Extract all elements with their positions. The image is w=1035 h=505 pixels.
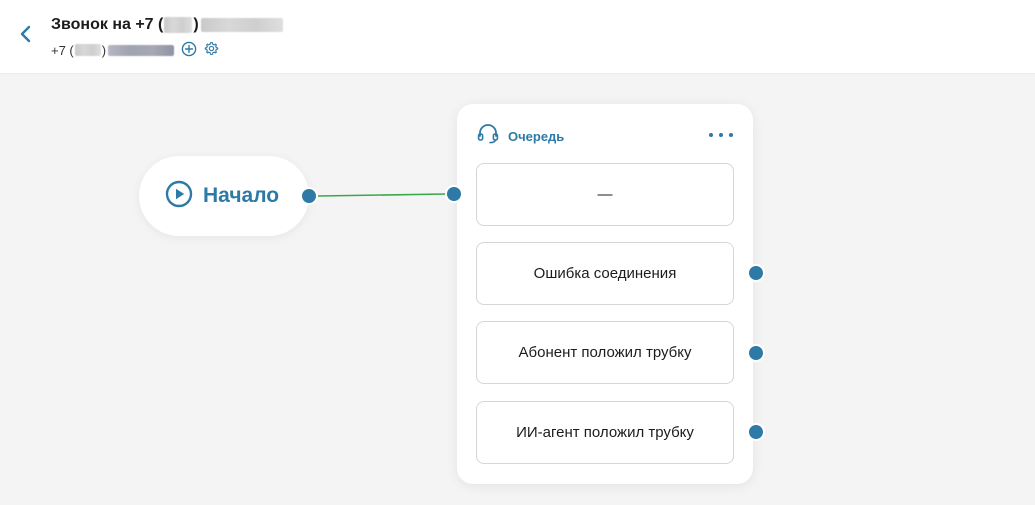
outcome-label: Абонент положил трубку [518,344,692,361]
outcome-subscriber-hung-up[interactable]: Абонент положил трубку [476,321,734,384]
outcome-default[interactable]: — [476,163,734,226]
redacted-number-small [108,44,175,56]
title-suffix: ) [193,16,199,33]
start-node-label: Начало [203,184,280,207]
outcome-subscriber-hung-up-port[interactable] [747,344,765,362]
queue-node-title: Очередь [508,129,565,144]
redacted-area-code [164,17,193,33]
flow-canvas[interactable]: Звонок на +7 ( ) +7 ( ) Начало Очередь —… [0,0,1035,505]
outcome-ai-agent-hung-up-port[interactable] [747,423,765,441]
node-menu-button[interactable] [709,126,733,144]
queue-node[interactable]: Очередь — Ошибка соединения Абонент поло… [457,104,753,484]
redacted-number [200,18,283,32]
play-circle-icon [165,180,193,213]
plus-circle-icon [181,41,197,60]
queue-node-header: Очередь [477,124,564,149]
queue-input-port[interactable] [445,185,463,203]
gear-icon [204,41,219,59]
outcome-label: ИИ-агент положил трубку [516,424,694,441]
headset-icon [477,124,499,149]
dot [709,133,713,137]
outcome-connection-error-port[interactable] [747,264,765,282]
dot [729,133,733,137]
outcome-label: Ошибка соединения [533,265,677,282]
phone-prefix: +7 ( [51,42,74,58]
dot [719,133,723,137]
page-title: Звонок на +7 ( ) [51,16,283,34]
add-button[interactable] [180,41,198,59]
title-prefix: Звонок на +7 ( [51,16,164,33]
back-button[interactable] [12,22,40,50]
outcome-connection-error[interactable]: Ошибка соединения [476,242,734,305]
outcome-label: — [597,186,613,203]
phone-suffix: ) [101,42,107,58]
phone-line: +7 ( ) [51,41,220,59]
chevron-left-icon [19,24,33,49]
redacted-area-code-small [74,44,101,56]
start-node[interactable]: Начало [139,156,309,236]
start-output-port[interactable] [300,187,318,205]
outcome-ai-agent-hung-up[interactable]: ИИ-агент положил трубку [476,401,734,464]
settings-button[interactable] [202,41,220,59]
page-header: Звонок на +7 ( ) +7 ( ) [0,0,1035,74]
